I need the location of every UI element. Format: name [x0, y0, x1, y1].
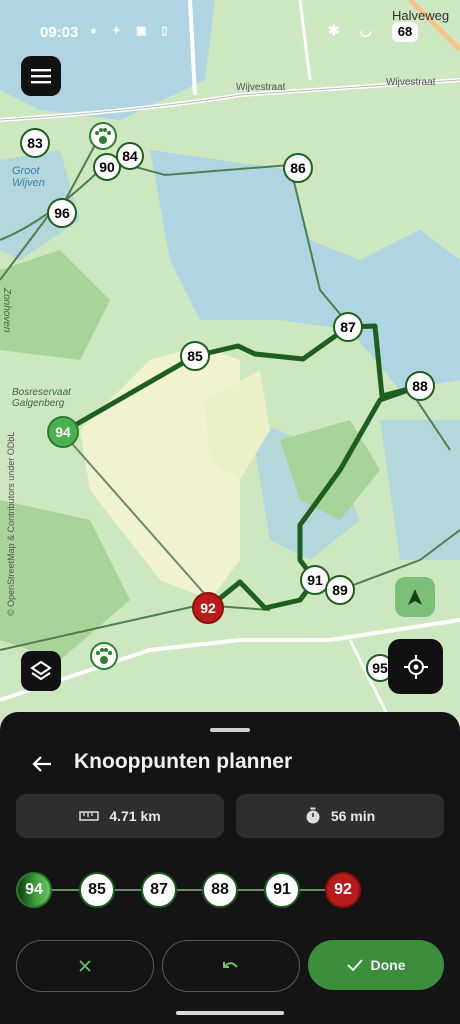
svg-text:87: 87	[340, 319, 356, 335]
check-icon	[346, 959, 363, 971]
svg-text:91: 91	[307, 572, 323, 588]
svg-text:94: 94	[55, 424, 71, 440]
route-node[interactable]: 85	[79, 872, 115, 908]
menu-button[interactable]	[21, 56, 61, 96]
done-label: Done	[370, 957, 406, 973]
duration-chip: 56 min	[236, 794, 444, 838]
map-canvas[interactable]: 83 90 84 86 96 87 85 88 94 91 89 92 95	[0, 0, 460, 721]
undo-icon	[223, 962, 238, 968]
map-node-85[interactable]: 85	[180, 341, 210, 371]
svg-text:86: 86	[290, 160, 306, 176]
sheet-drag-handle[interactable]	[210, 728, 250, 732]
battery-indicator: 68	[392, 22, 418, 42]
svg-text:85: 85	[187, 348, 203, 364]
status-time: 09:03	[40, 24, 79, 41]
map-node-92[interactable]: 92	[192, 592, 224, 624]
svg-text:83: 83	[27, 135, 43, 151]
svg-text:89: 89	[332, 582, 348, 598]
route-node[interactable]: 88	[202, 872, 238, 908]
paw-marker-icon[interactable]	[89, 122, 117, 150]
route-node-start[interactable]: 94	[16, 872, 52, 908]
cancel-button[interactable]	[16, 940, 154, 992]
map-node-96[interactable]: 96	[47, 198, 77, 228]
notification-icons: ● ✦ ▣ ▯	[90, 25, 174, 37]
route-node-chain: 94 85 87 88 91 92	[16, 872, 446, 908]
street-label: Wijvestraat	[236, 82, 286, 93]
route-node[interactable]: 87	[141, 872, 177, 908]
area-label: Bosreservaat Galgenberg	[12, 387, 71, 409]
map-node-90[interactable]: 90	[93, 153, 121, 181]
timer-icon	[306, 807, 320, 824]
gesture-navigation-bar[interactable]	[176, 1011, 284, 1015]
my-location-button[interactable]	[388, 639, 443, 694]
done-button[interactable]: Done	[308, 940, 444, 990]
distance-value: 4.71 km	[109, 808, 161, 824]
back-button[interactable]	[28, 750, 56, 778]
action-bar: Done	[16, 940, 444, 992]
layers-icon	[30, 660, 52, 681]
planner-sheet: Knooppunten planner 4.71 km 56 min 94 85…	[0, 712, 460, 1024]
svg-text:95: 95	[372, 660, 388, 676]
layers-button[interactable]	[21, 651, 61, 691]
map-node-94[interactable]: 94	[47, 416, 79, 448]
crosshair-icon	[403, 654, 428, 679]
hamburger-icon	[31, 69, 51, 84]
map-node-89[interactable]: 89	[325, 575, 355, 605]
route-node-end[interactable]: 92	[325, 872, 361, 908]
map-node-86[interactable]: 86	[283, 153, 313, 183]
ruler-icon	[79, 811, 100, 821]
navigation-arrow-icon	[408, 589, 422, 605]
status-bar: 09:03 ● ✦ ▣ ▯ ✱ ◡ 68	[0, 0, 460, 52]
map-attribution[interactable]: © OpenStreetMap & Contributors under ODb…	[6, 432, 16, 616]
navigation-button[interactable]	[395, 577, 435, 617]
duration-value: 56 min	[330, 808, 376, 824]
svg-text:88: 88	[412, 378, 428, 394]
wifi-icon: ✱ ◡	[328, 22, 380, 38]
map-view[interactable]: 83 90 84 86 96 87 85 88 94 91 89 92 95 H…	[0, 0, 460, 721]
back-arrow-icon	[32, 756, 51, 772]
map-node-87[interactable]: 87	[333, 312, 363, 342]
map-node-91[interactable]: 91	[300, 565, 330, 595]
close-icon	[79, 960, 91, 972]
street-label: Wijvestraat	[386, 77, 436, 88]
svg-text:92: 92	[200, 600, 216, 616]
map-node-88[interactable]: 88	[405, 371, 435, 401]
map-node-83[interactable]: 83	[20, 128, 50, 158]
planner-title: Knooppunten planner	[74, 750, 293, 773]
svg-text:96: 96	[54, 205, 70, 221]
paw-marker-icon[interactable]	[90, 642, 118, 670]
route-node[interactable]: 91	[264, 872, 300, 908]
map-node-84[interactable]: 84	[116, 142, 144, 170]
area-label: Zonhoven	[1, 288, 12, 333]
svg-text:90: 90	[99, 159, 115, 175]
svg-text:84: 84	[122, 148, 138, 164]
distance-chip: 4.71 km	[16, 794, 224, 838]
undo-button[interactable]	[162, 940, 300, 992]
water-label: Groot Wijven	[12, 165, 45, 189]
